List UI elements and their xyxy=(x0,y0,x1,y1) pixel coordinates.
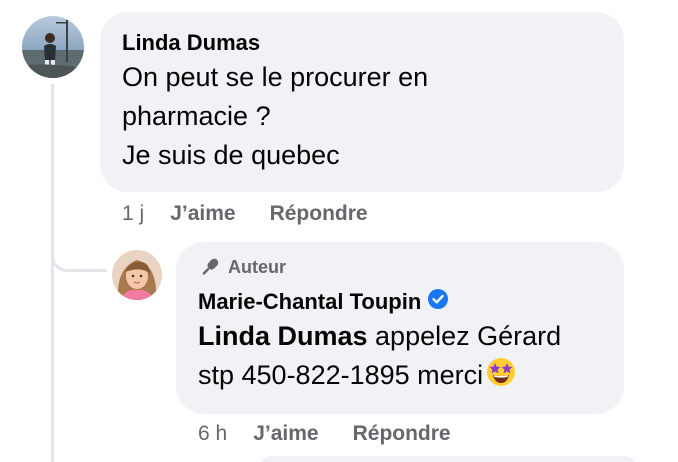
thread-line xyxy=(51,84,54,462)
like-button[interactable]: J’aime xyxy=(253,421,318,447)
reply-button[interactable]: Répondre xyxy=(270,201,368,227)
reply-text-part: appelez Gérard xyxy=(367,321,562,351)
like-button[interactable]: J’aime xyxy=(170,201,235,227)
comment-line: On peut se le procurer en xyxy=(122,62,429,92)
avatar[interactable] xyxy=(112,250,162,300)
reply-button[interactable]: Répondre xyxy=(353,421,451,447)
next-comment-bubble xyxy=(258,456,638,462)
microphone-icon xyxy=(198,256,222,278)
star-struck-emoji-icon xyxy=(485,356,517,399)
reply-timestamp[interactable]: 6 h xyxy=(198,421,227,447)
comment-timestamp[interactable]: 1 j xyxy=(122,201,144,227)
reply-bubble: Auteur Marie-Chantal Toupin Linda Dumas … xyxy=(176,242,624,414)
reply-text-part: stp 450-822-1895 merci xyxy=(198,360,484,390)
mention-link[interactable]: Linda Dumas xyxy=(198,321,368,351)
reply-line: stp 450-822-1895 merci xyxy=(198,356,602,399)
reply-actions: 6 h J’aime Répondre xyxy=(198,421,485,447)
thread-connector xyxy=(51,230,107,272)
comment-thread: Linda Dumas On peut se le procurer en ph… xyxy=(0,0,678,462)
comment-bubble: Linda Dumas On peut se le procurer en ph… xyxy=(100,12,624,192)
author-badge-label: Auteur xyxy=(228,257,286,277)
reply-author-name[interactable]: Marie-Chantal Toupin xyxy=(198,289,421,315)
comment-line: pharmacie ? xyxy=(122,101,271,131)
verified-badge-icon xyxy=(427,288,449,315)
comment-text: On peut se le procurer en pharmacie ? Je… xyxy=(122,58,602,175)
reply-line: Linda Dumas appelez Gérard xyxy=(198,317,602,356)
avatar[interactable] xyxy=(22,16,84,78)
author-badge: Auteur xyxy=(198,256,602,278)
comment-actions: 1 j J’aime Répondre xyxy=(122,201,402,227)
comment-author-name[interactable]: Linda Dumas xyxy=(122,30,602,56)
comment-line: Je suis de quebec xyxy=(122,140,340,170)
reply-text: Linda Dumas appelez Gérard stp 450-822-1… xyxy=(198,317,602,399)
reply-author-row: Marie-Chantal Toupin xyxy=(198,288,602,315)
